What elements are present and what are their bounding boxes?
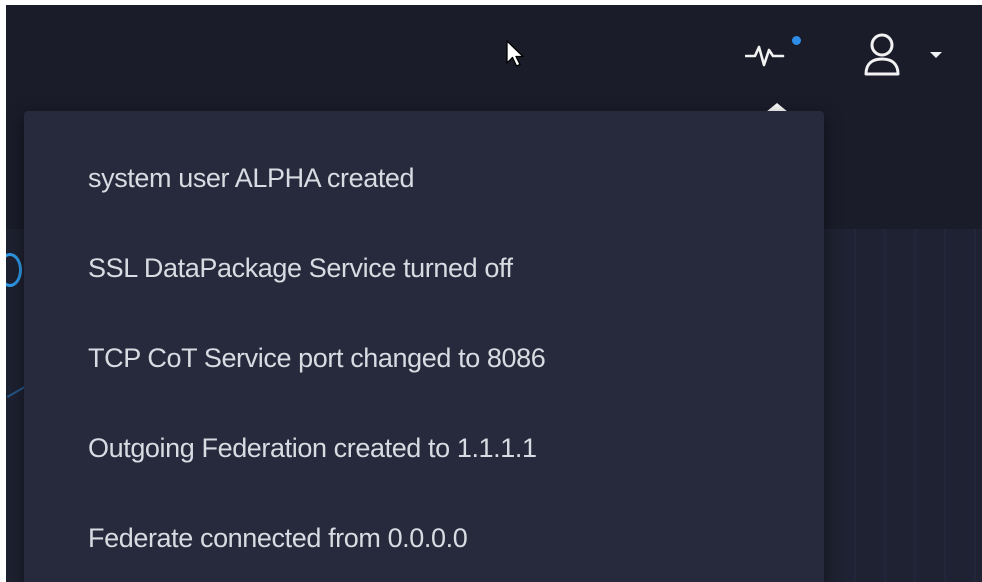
activity-item-user-created[interactable]: system user ALPHA created bbox=[24, 133, 824, 223]
activity-item-federate-connected[interactable]: Federate connected from 0.0.0.0 bbox=[24, 493, 824, 582]
activity-item-tcp-port-changed[interactable]: TCP CoT Service port changed to 8086 bbox=[24, 313, 824, 403]
activity-pulse-icon bbox=[745, 45, 785, 67]
activity-item-ssl-service-off[interactable]: SSL DataPackage Service turned off bbox=[24, 223, 824, 313]
activity-button[interactable] bbox=[743, 35, 805, 77]
content-panel-edge bbox=[826, 229, 982, 582]
activity-item-federation-created[interactable]: Outgoing Federation created to 1.1.1.1 bbox=[24, 403, 824, 493]
notification-dot bbox=[792, 36, 801, 45]
activity-dropdown: system user ALPHA created SSL DataPackag… bbox=[24, 111, 824, 582]
caret-down-icon bbox=[930, 52, 942, 58]
user-icon bbox=[864, 33, 900, 76]
mouse-cursor-icon bbox=[506, 40, 524, 67]
app-screen: system user ALPHA created SSL DataPackag… bbox=[6, 5, 982, 582]
user-menu-button[interactable] bbox=[858, 30, 950, 82]
